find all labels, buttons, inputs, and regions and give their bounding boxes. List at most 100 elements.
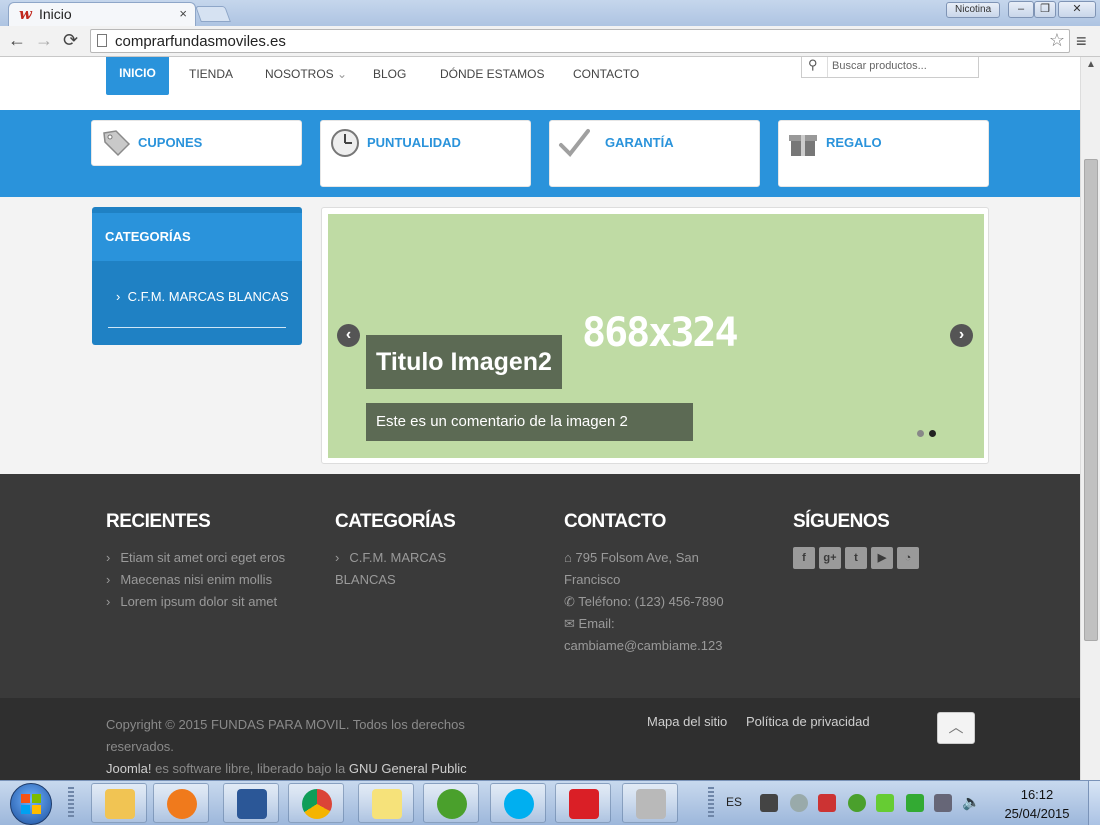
- feature-garantia[interactable]: GARANTÍA: [549, 120, 760, 187]
- recent-post-link[interactable]: › Lorem ipsum dolor sit amet: [106, 591, 285, 613]
- youtube-icon[interactable]: ▶: [871, 547, 893, 569]
- nav-tienda[interactable]: TIENDA: [189, 67, 233, 81]
- nav-nosotros[interactable]: NOSOTROS ⌄: [265, 67, 347, 81]
- taskbar-explorer[interactable]: [91, 783, 147, 823]
- windows-logo-icon: [21, 794, 41, 814]
- nav-blog[interactable]: BLOG: [373, 67, 406, 81]
- system-clock[interactable]: 16:12 25/04/2015: [994, 785, 1080, 823]
- network-icon[interactable]: [934, 794, 952, 812]
- tray-app-icon[interactable]: [790, 794, 808, 812]
- footer-contact: CONTACTO ⌂ 795 Folsom Ave, San Francisco…: [564, 511, 744, 657]
- chevron-right-icon: ›: [106, 550, 111, 565]
- privacy-link[interactable]: Política de privacidad: [746, 714, 870, 729]
- tray-app-icon[interactable]: [876, 794, 894, 812]
- taskbar-media-player[interactable]: [153, 783, 209, 823]
- tag-icon: [103, 130, 131, 157]
- tray-app-icon[interactable]: [906, 794, 924, 812]
- contact-email[interactable]: cambiame@cambiame.123: [564, 635, 744, 657]
- bookmark-star-icon[interactable]: ☆: [1049, 30, 1065, 51]
- reload-icon[interactable]: ⟳: [63, 30, 78, 51]
- gift-icon: [789, 135, 817, 156]
- feature-cupones[interactable]: CUPONES: [91, 120, 302, 166]
- site-navigation: INICIO TIENDA NOSOTROS ⌄ BLOG DÓNDE ESTA…: [0, 57, 1080, 110]
- nav-donde-estamos[interactable]: DÓNDE ESTAMOS: [440, 67, 544, 81]
- features-band: CUPONES PUNTUALIDAD GARANTÍA REGALO: [0, 110, 1080, 197]
- chevron-right-icon: ›: [106, 594, 111, 609]
- taskbar-utorrent[interactable]: [423, 783, 479, 823]
- chevron-right-icon: ›: [335, 550, 340, 565]
- footer-category-link[interactable]: › C.F.M. MARCAS BLANCAS: [335, 547, 475, 591]
- slider-prev-button[interactable]: ‹: [337, 324, 360, 347]
- forward-icon[interactable]: →: [35, 30, 53, 51]
- taskbar-word[interactable]: [223, 783, 279, 823]
- nav-contacto[interactable]: CONTACTO: [573, 67, 639, 81]
- main-content: CATEGORÍAS › C.F.M. MARCAS BLANCAS 868x3…: [0, 197, 1080, 474]
- search-input[interactable]: [832, 57, 972, 75]
- footer-recent-title: RECIENTES: [106, 511, 211, 532]
- skype-icon: [504, 789, 534, 819]
- folder-icon: [105, 789, 135, 819]
- slide-title: Titulo Imagen2: [366, 335, 562, 389]
- taskbar-skype[interactable]: [490, 783, 546, 823]
- tray-app-icon[interactable]: [818, 794, 836, 812]
- chrome-icon: [302, 789, 332, 819]
- scroll-up-icon[interactable]: ▲: [1086, 59, 1096, 70]
- browser-tab[interactable]: w Inicio ×: [8, 2, 196, 26]
- nav-inicio[interactable]: INICIO: [106, 57, 169, 95]
- footer-follow: SÍGUENOS f g+ t ▶ ◔: [793, 511, 919, 569]
- footer-bottom: Copyright © 2015 FUNDAS PARA MOVIL. Todo…: [0, 698, 1080, 780]
- back-to-top-button[interactable]: ︿: [937, 712, 975, 744]
- volume-icon[interactable]: 🔈: [962, 794, 981, 812]
- sticky-notes-icon: [372, 789, 402, 819]
- menu-icon[interactable]: ≡: [1076, 31, 1087, 52]
- sitemap-link[interactable]: Mapa del sitio: [647, 714, 727, 729]
- windows-taskbar: ES 🔈 16:12 25/04/2015: [0, 780, 1100, 825]
- taskbar-notes[interactable]: [358, 783, 414, 823]
- facebook-icon[interactable]: f: [793, 547, 815, 569]
- category-item[interactable]: › C.F.M. MARCAS BLANCAS: [116, 287, 291, 306]
- slider-next-button[interactable]: ›: [950, 324, 973, 347]
- profile-button[interactable]: Nicotina: [946, 2, 1001, 18]
- camera-icon: [636, 789, 666, 819]
- show-desktop-button[interactable]: [1088, 781, 1100, 825]
- new-tab-button[interactable]: [195, 6, 231, 22]
- feature-label: PUNTUALIDAD: [367, 135, 461, 150]
- window-close-icon[interactable]: ✕: [1058, 1, 1096, 18]
- gpl-link[interactable]: GNU General Public: [349, 761, 467, 776]
- feature-puntualidad[interactable]: PUNTUALIDAD: [320, 120, 531, 187]
- category-label: C.F.M. MARCAS BLANCAS: [127, 289, 289, 304]
- tab-close-icon[interactable]: ×: [179, 6, 187, 21]
- url-text[interactable]: comprarfundasmoviles.es: [115, 33, 286, 50]
- maximize-icon[interactable]: ❐: [1034, 1, 1056, 18]
- recent-post-link[interactable]: › Etiam sit amet orci eget eros: [106, 547, 285, 569]
- clock-time: 16:12: [1020, 787, 1054, 802]
- chevron-right-icon: ›: [116, 289, 121, 304]
- taskbar-chrome[interactable]: [288, 783, 344, 823]
- recent-post-link[interactable]: › Maecenas nisi enim mollis: [106, 569, 285, 591]
- rss-icon[interactable]: ◔: [897, 547, 919, 569]
- feature-label: CUPONES: [138, 135, 203, 150]
- nav-nosotros-label: NOSOTROS: [265, 67, 334, 81]
- browser-titlebar: w Inicio × Nicotina – ❐ ✕: [0, 0, 1100, 26]
- slider-dot-2[interactable]: [929, 430, 936, 437]
- input-method-icon[interactable]: [760, 794, 778, 812]
- feature-regalo[interactable]: REGALO: [778, 120, 989, 187]
- taskbar-camera[interactable]: [622, 783, 678, 823]
- search-icon[interactable]: ⚲: [808, 57, 818, 73]
- back-icon[interactable]: ←: [8, 30, 26, 51]
- slider-dot-1[interactable]: [917, 430, 924, 437]
- minimize-icon[interactable]: –: [1008, 1, 1034, 18]
- google-plus-icon[interactable]: g+: [819, 547, 841, 569]
- language-indicator[interactable]: ES: [726, 795, 742, 809]
- page-scrollbar[interactable]: ▲: [1080, 57, 1100, 780]
- chevron-down-icon: ⌄: [337, 67, 348, 81]
- utorrent-tray-icon[interactable]: [848, 794, 866, 812]
- clock-icon: [331, 129, 359, 157]
- twitter-icon[interactable]: t: [845, 547, 867, 569]
- address-bar[interactable]: comprarfundasmoviles.es ☆: [90, 29, 1070, 53]
- scroll-thumb[interactable]: [1084, 159, 1098, 641]
- start-button[interactable]: [10, 783, 52, 825]
- categories-panel: CATEGORÍAS › C.F.M. MARCAS BLANCAS: [92, 207, 302, 345]
- taskbar-creative-cloud[interactable]: [555, 783, 611, 823]
- joomla-link[interactable]: Joomla!: [106, 761, 152, 776]
